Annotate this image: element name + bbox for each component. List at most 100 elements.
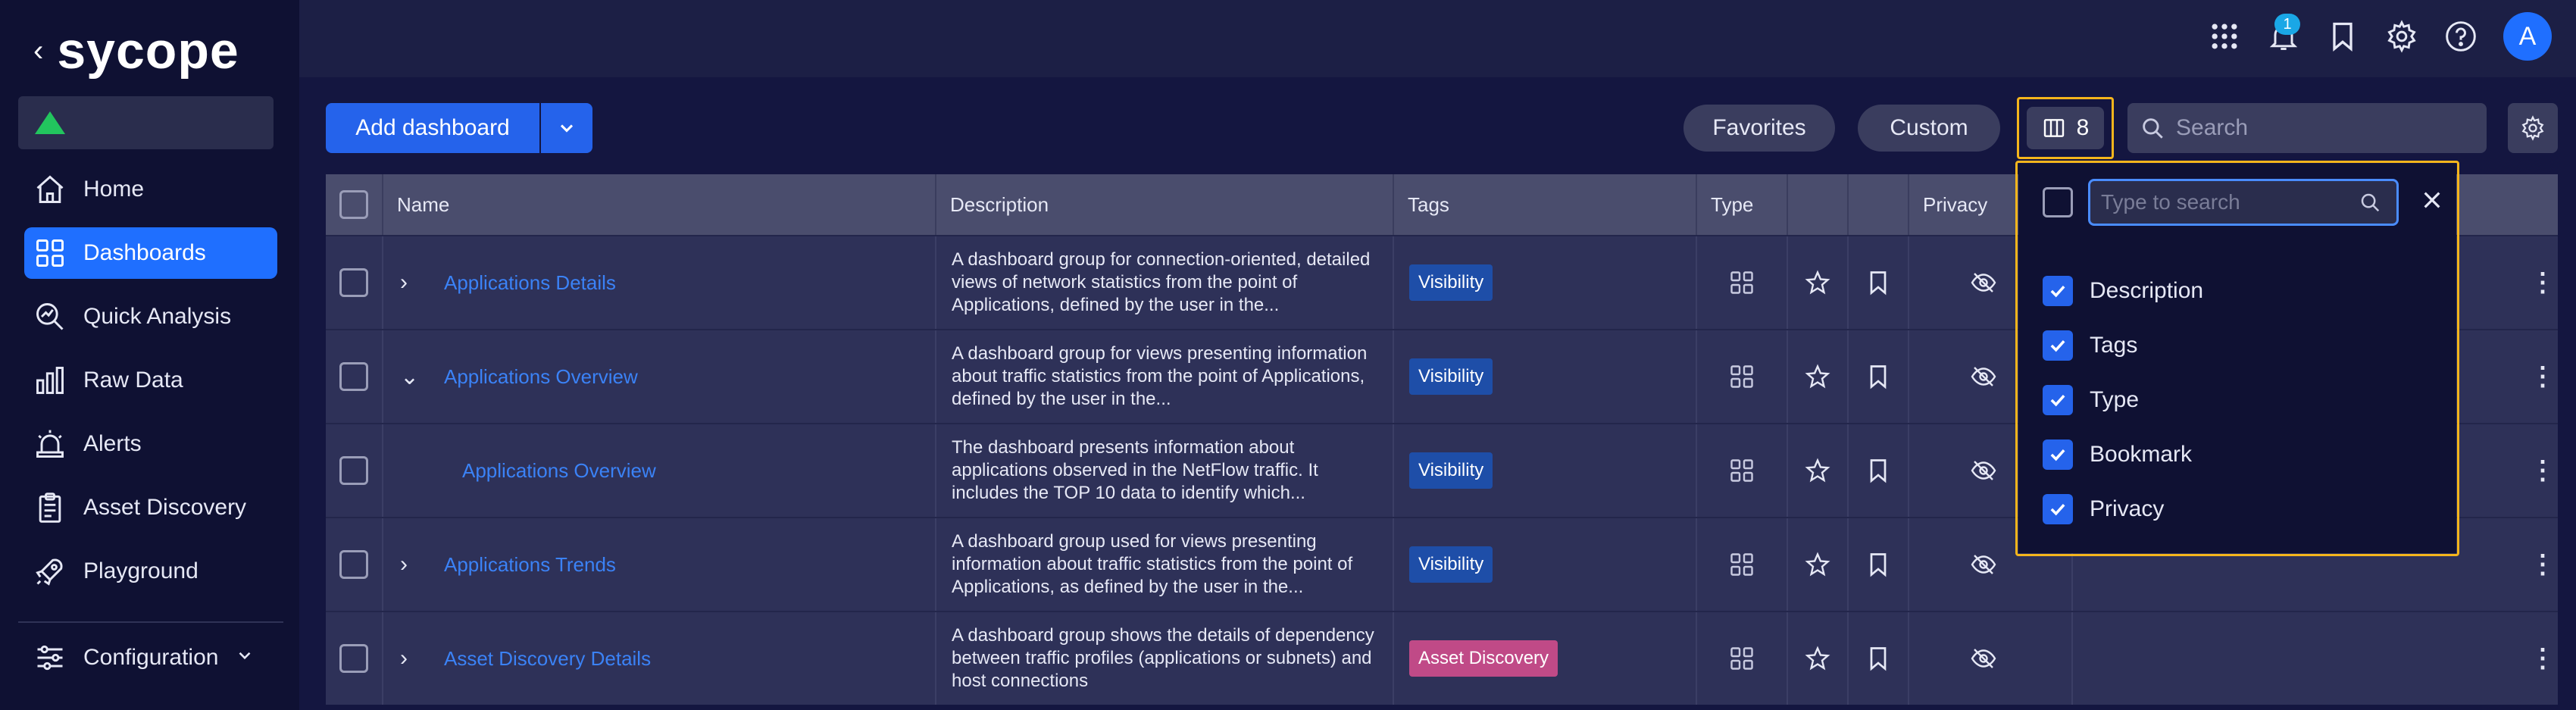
- column-option-checkbox[interactable]: [2043, 330, 2073, 361]
- column-search-input[interactable]: [2101, 190, 2359, 214]
- column-options-list: Description Tags Type Bookmark Privacy: [2043, 264, 2203, 536]
- bookmark-icon[interactable]: [1849, 457, 1908, 484]
- name-cell: Applications Overview: [383, 424, 936, 517]
- chevron-down-icon: [560, 124, 574, 133]
- star-icon[interactable]: [1788, 457, 1847, 484]
- tag-badge[interactable]: Visibility: [1409, 358, 1493, 395]
- select-all-checkbox[interactable]: [339, 190, 368, 219]
- header-tags[interactable]: Tags: [1394, 174, 1697, 235]
- add-dashboard-button[interactable]: Add dashboard: [326, 103, 539, 153]
- logo[interactable]: ‹ sycope: [33, 21, 239, 80]
- favorite-cell: [1788, 612, 1849, 705]
- description-cell: A dashboard group shows the details of d…: [936, 612, 1394, 705]
- header-favorite: [1788, 174, 1849, 235]
- apps-grid-icon[interactable]: [2208, 20, 2241, 53]
- dashboard-name-link[interactable]: Asset Discovery Details: [444, 647, 651, 671]
- quick-analysis-icon: [33, 300, 67, 333]
- sidebar-item-playground[interactable]: Playground: [24, 546, 277, 597]
- add-dashboard-dropdown-button[interactable]: [541, 103, 592, 153]
- column-option[interactable]: Privacy: [2043, 482, 2203, 536]
- tags-cell: Visibility: [1394, 236, 1697, 329]
- row-actions-cell: ⋮: [2528, 330, 2558, 423]
- search-field[interactable]: [2127, 103, 2487, 153]
- sidebar-item-label: Playground: [83, 558, 199, 583]
- sidebar-item-configuration[interactable]: Configuration: [33, 641, 255, 674]
- expand-chevron-icon[interactable]: ›: [400, 646, 423, 671]
- tag-badge[interactable]: Visibility: [1409, 264, 1493, 301]
- column-search-field[interactable]: [2088, 179, 2399, 226]
- chevron-down-icon: [235, 646, 255, 671]
- star-icon[interactable]: [1788, 645, 1847, 672]
- bookmark-icon[interactable]: [1849, 551, 1908, 578]
- dashboard-name-link[interactable]: Applications Details: [444, 271, 616, 295]
- column-option[interactable]: Tags: [2043, 318, 2203, 373]
- more-vertical-icon[interactable]: ⋮: [2530, 361, 2556, 392]
- row-checkbox[interactable]: [339, 268, 368, 297]
- description-cell: A dashboard group used for views present…: [936, 518, 1394, 611]
- sidebar-item-raw-data[interactable]: Raw Data: [24, 355, 277, 406]
- select-all-columns-checkbox[interactable]: [2043, 187, 2073, 217]
- expand-chevron-icon[interactable]: ›: [400, 552, 423, 577]
- more-vertical-icon[interactable]: ⋮: [2530, 549, 2556, 580]
- more-vertical-icon[interactable]: ⋮: [2530, 267, 2556, 298]
- row-checkbox[interactable]: [339, 550, 368, 579]
- tag-badge[interactable]: Visibility: [1409, 452, 1493, 489]
- header-type[interactable]: Type: [1697, 174, 1788, 235]
- table-row[interactable]: › Asset Discovery Details A dashboard grou…: [326, 611, 2558, 705]
- star-icon[interactable]: [1788, 363, 1847, 390]
- status-indicator[interactable]: [18, 96, 274, 149]
- close-icon[interactable]: [2420, 186, 2444, 220]
- tag-badge[interactable]: Visibility: [1409, 546, 1493, 583]
- tag-badge[interactable]: Asset Discovery: [1409, 640, 1558, 677]
- privacy-eye-icon[interactable]: [1909, 645, 2071, 672]
- bookmark-icon[interactable]: [1849, 269, 1908, 296]
- row-checkbox[interactable]: [339, 456, 368, 485]
- column-option-checkbox[interactable]: [2043, 276, 2073, 306]
- dashboard-name-link[interactable]: Applications Overview: [444, 365, 638, 389]
- header-name[interactable]: Name: [383, 174, 936, 235]
- top-bar: 1 A: [299, 0, 2576, 77]
- row-checkbox[interactable]: [339, 362, 368, 391]
- bell-icon[interactable]: 1: [2267, 14, 2300, 53]
- bookmark-icon[interactable]: [1849, 363, 1908, 390]
- sidebar-divider: [18, 621, 283, 623]
- row-checkbox[interactable]: [339, 644, 368, 673]
- sidebar-item-asset-discovery[interactable]: Asset Discovery: [24, 482, 277, 533]
- sidebar-item-alerts[interactable]: Alerts: [24, 418, 277, 470]
- expand-chevron-icon[interactable]: ›: [400, 270, 423, 296]
- more-vertical-icon[interactable]: ⋮: [2530, 455, 2556, 486]
- star-icon[interactable]: [1788, 551, 1847, 578]
- row-select-cell: [326, 518, 383, 611]
- column-option[interactable]: Description: [2043, 264, 2203, 318]
- bookmark-cell: [1849, 612, 1909, 705]
- user-avatar[interactable]: A: [2503, 12, 2552, 61]
- collapse-chevron-icon[interactable]: ⌄: [400, 364, 423, 390]
- column-option-checkbox[interactable]: [2043, 385, 2073, 415]
- column-option[interactable]: Bookmark: [2043, 427, 2203, 482]
- columns-toggle-button[interactable]: 8: [2017, 97, 2114, 159]
- dashboard-name-link[interactable]: Applications Trends: [444, 553, 616, 577]
- search-input[interactable]: [2176, 115, 2464, 141]
- bookmark-cell: [1849, 424, 1909, 517]
- dashboard-type-icon: [1697, 457, 1787, 484]
- custom-filter-button[interactable]: Custom: [1858, 105, 2000, 152]
- sidebar-item-quick-analysis[interactable]: Quick Analysis: [24, 291, 277, 342]
- sidebar-item-dashboards[interactable]: Dashboards: [24, 227, 277, 279]
- bookmark-icon[interactable]: [2326, 20, 2359, 53]
- table-settings-button[interactable]: [2508, 103, 2558, 153]
- more-vertical-icon[interactable]: ⋮: [2530, 643, 2556, 674]
- gear-icon: [2521, 115, 2544, 141]
- star-icon[interactable]: [1788, 269, 1847, 296]
- sidebar-item-home[interactable]: Home: [24, 164, 277, 215]
- column-option-checkbox[interactable]: [2043, 494, 2073, 524]
- help-icon[interactable]: [2444, 20, 2478, 53]
- column-option[interactable]: Type: [2043, 373, 2203, 427]
- settings-gear-icon[interactable]: [2385, 20, 2418, 53]
- column-option-checkbox[interactable]: [2043, 439, 2073, 470]
- bookmark-icon[interactable]: [1849, 645, 1908, 672]
- dashboard-type-icon: [1697, 269, 1787, 296]
- header-description[interactable]: Description: [936, 174, 1394, 235]
- back-icon[interactable]: ‹: [33, 34, 43, 68]
- favorites-filter-button[interactable]: Favorites: [1683, 105, 1835, 152]
- dashboard-name-link[interactable]: Applications Overview: [462, 459, 656, 483]
